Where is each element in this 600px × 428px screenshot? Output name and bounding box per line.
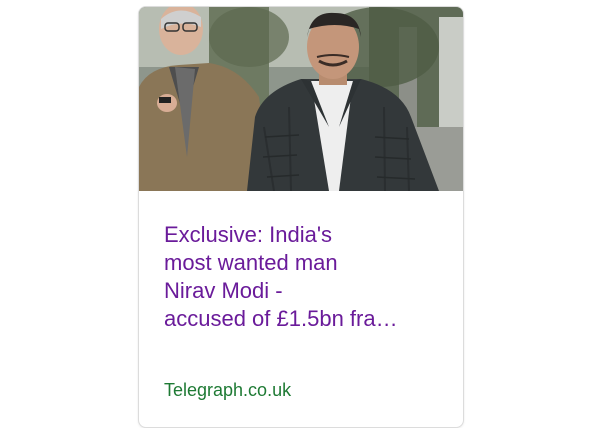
news-photo [139,7,463,191]
headline-line-3: Nirav Modi - [164,278,283,303]
headline-line-2: most wanted man [164,250,338,275]
news-card[interactable]: Exclusive: India's most wanted man Nirav… [138,6,464,428]
news-headline-link[interactable]: Exclusive: India's most wanted man Nirav… [164,221,448,333]
headline-line-1: Exclusive: India's [164,222,333,247]
headline-line-4: accused of £1.5bn fra… [164,306,398,331]
news-thumbnail-image[interactable] [139,7,463,191]
news-source-label: Telegraph.co.uk [164,380,292,400]
